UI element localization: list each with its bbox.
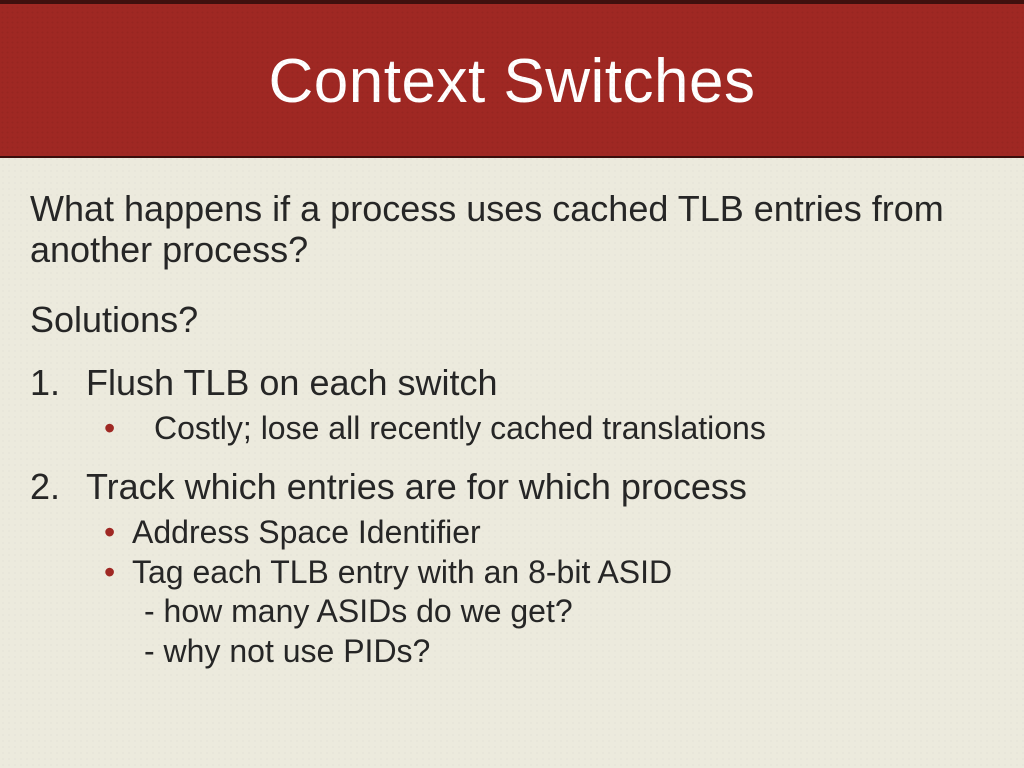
slide-title: Context Switches — [269, 46, 756, 117]
bullet-icon: • — [104, 514, 132, 552]
lead-question: What happens if a process uses cached TL… — [30, 188, 994, 271]
slide: Context Switches What happens if a proce… — [0, 0, 1024, 768]
sub-bullet-group: •Address Space Identifier •Tag each TLB … — [30, 514, 994, 671]
list-number: 2. — [30, 466, 86, 507]
slide-body: What happens if a process uses cached TL… — [0, 158, 1024, 671]
solutions-heading: Solutions? — [30, 299, 994, 340]
bullet-row: •Costly; lose all recently cached transl… — [30, 410, 994, 447]
list-label: Track which entries are for which proces… — [86, 466, 747, 507]
bullet-text: Tag each TLB entry with an 8-bit ASID — [132, 554, 672, 590]
bullet-icon: • — [104, 410, 154, 447]
list-label: Flush TLB on each switch — [86, 362, 498, 403]
list-item: 1.Flush TLB on each switch — [30, 362, 994, 403]
bullet-row: •Address Space Identifier — [104, 514, 994, 552]
bullet-text: Address Space Identifier — [132, 514, 481, 550]
list-item: 2.Track which entries are for which proc… — [30, 466, 994, 507]
sub-line: - how many ASIDs do we get? — [104, 593, 994, 631]
slide-header: Context Switches — [0, 0, 1024, 158]
sub-line: - why not use PIDs? — [104, 633, 994, 671]
bullet-row: •Tag each TLB entry with an 8-bit ASID — [104, 554, 994, 592]
bullet-icon: • — [104, 554, 132, 592]
list-number: 1. — [30, 362, 86, 403]
header-top-border — [0, 0, 1024, 4]
bullet-text: Costly; lose all recently cached transla… — [154, 410, 766, 446]
